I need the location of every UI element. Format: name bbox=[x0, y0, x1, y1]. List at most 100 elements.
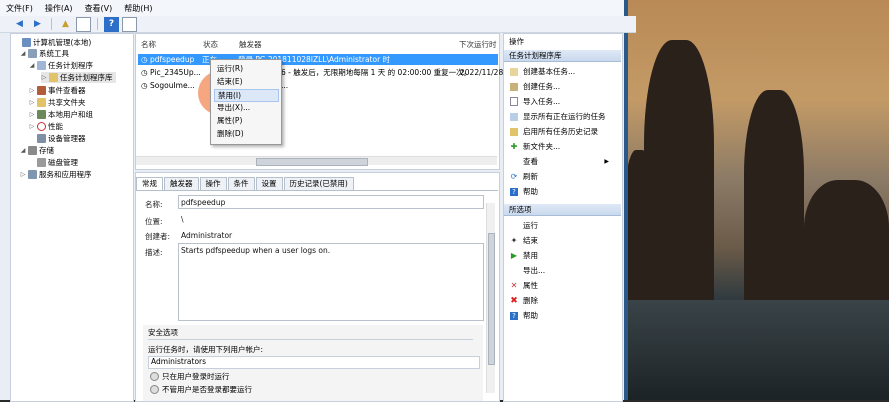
services-icon bbox=[28, 170, 37, 179]
help-icon[interactable]: ? bbox=[104, 16, 119, 32]
action-disable[interactable]: ▶ 禁用 bbox=[510, 250, 538, 261]
disable-icon: ▶ bbox=[510, 250, 518, 260]
tab-settings[interactable]: 设置 bbox=[255, 177, 283, 190]
action-refresh[interactable]: ⟳ 刷新 bbox=[510, 171, 538, 182]
action-properties[interactable]: ✕ 属性 bbox=[510, 280, 538, 291]
create-basic-task-icon bbox=[510, 67, 518, 76]
toolbar-separator bbox=[51, 18, 52, 30]
context-menu-export[interactable]: 导出(X)... bbox=[217, 102, 277, 113]
action-export[interactable]: 导出... bbox=[510, 265, 545, 276]
storage-icon bbox=[28, 146, 37, 155]
task-scheduler-icon bbox=[37, 61, 46, 70]
horizontal-scrollbar[interactable] bbox=[136, 156, 497, 166]
location-value: \ bbox=[181, 215, 184, 224]
computer-management-window: 文件(F) 操作(A) 查看(V) 帮助(H) ◀ ▶ ▲ ? 计算机管理(本地… bbox=[0, 0, 636, 402]
location-label: 位置: bbox=[145, 217, 163, 226]
end-icon: ✦ bbox=[510, 235, 518, 245]
table-row[interactable]: ◷ Pic_2345Up... 6 - 触发后，无限期地每隔 1 天 的 02:… bbox=[138, 67, 503, 78]
action-delete[interactable]: ✖ 删除 bbox=[510, 295, 538, 306]
tab-actions[interactable]: 操作 bbox=[199, 177, 227, 190]
actions-section-library[interactable]: 任务计划程序库 bbox=[504, 50, 621, 62]
context-menu-end[interactable]: 结束(E) bbox=[217, 76, 277, 87]
properties-icon: ✕ bbox=[510, 280, 518, 290]
action-end[interactable]: ✦ 结束 bbox=[510, 235, 538, 246]
tree-item-local-users-groups[interactable]: ▷ 本地用户和组 bbox=[29, 109, 93, 120]
column-header-name[interactable]: 名称 bbox=[141, 39, 156, 50]
column-header-status[interactable]: 状态 bbox=[203, 39, 218, 50]
scrollbar-thumb[interactable] bbox=[488, 233, 495, 365]
action-pane-toggle-icon[interactable] bbox=[122, 16, 137, 32]
tree-item-performance[interactable]: ▷ 性能 bbox=[29, 121, 63, 132]
task-next-run: 2022/11/28 bbox=[460, 68, 504, 77]
task-name: Pic_2345Up... bbox=[150, 68, 201, 77]
tree-item-task-scheduler-library[interactable]: ▷ 任务计划程序库 bbox=[41, 72, 116, 83]
running-tasks-icon bbox=[510, 112, 518, 121]
scrollbar-thumb[interactable] bbox=[256, 158, 368, 166]
tab-general[interactable]: 常规 bbox=[136, 177, 163, 190]
tab-history[interactable]: 历史记录(已禁用) bbox=[283, 177, 354, 190]
context-menu-run[interactable]: 运行(R) bbox=[217, 63, 277, 74]
action-display-running-tasks[interactable]: 显示所有正在运行的任务 bbox=[510, 111, 606, 122]
mountain-shape bbox=[744, 90, 804, 300]
export-icon bbox=[510, 267, 518, 275]
tree-item-computer-management[interactable]: 计算机管理(本地) bbox=[14, 37, 91, 48]
refresh-icon: ⟳ bbox=[510, 171, 518, 181]
column-header-trigger[interactable]: 触发器 bbox=[239, 39, 262, 50]
tree-item-device-manager[interactable]: 设备管理器 bbox=[29, 133, 86, 144]
tree-item-task-scheduler[interactable]: ◢ 任务计划程序 bbox=[29, 60, 93, 71]
import-icon bbox=[510, 97, 518, 106]
tree-item-event-viewer[interactable]: ▷ 事件查看器 bbox=[29, 85, 86, 96]
forward-arrow-icon[interactable]: ▶ bbox=[30, 17, 45, 32]
context-menu-properties[interactable]: 属性(P) bbox=[217, 115, 277, 126]
tree-item-services-applications[interactable]: ▷ 服务和应用程序 bbox=[20, 169, 92, 180]
action-enable-all-history[interactable]: 启用所有任务历史记录 bbox=[510, 126, 598, 137]
event-viewer-icon bbox=[37, 86, 46, 95]
radio-run-whether-logged-on[interactable] bbox=[150, 385, 159, 394]
task-name: SogouIme... bbox=[150, 81, 195, 90]
radio-run-when-logged-on[interactable] bbox=[150, 372, 159, 381]
action-import-task[interactable]: 导入任务... bbox=[510, 96, 560, 107]
action-help[interactable]: ? 帮助 bbox=[510, 186, 538, 197]
action-create-basic-task[interactable]: 创建基本任务... bbox=[510, 66, 575, 77]
table-row[interactable]: ◷ pdfspeedup 正在... 登录 PC-201811028IZLL\A… bbox=[138, 54, 498, 65]
new-folder-icon: ✚ bbox=[510, 141, 518, 151]
show-hide-tree-icon[interactable] bbox=[76, 16, 91, 32]
tree-item-shared-folders[interactable]: ▷ 共享文件夹 bbox=[29, 97, 86, 108]
tree-item-system-tools[interactable]: ◢ 系统工具 bbox=[20, 48, 69, 59]
task-trigger: ... bbox=[281, 81, 289, 90]
tree-item-storage[interactable]: ◢ 存储 bbox=[20, 145, 54, 156]
menu-file[interactable]: 文件(F) bbox=[0, 3, 39, 14]
performance-icon bbox=[37, 122, 46, 131]
up-folder-icon[interactable]: ▲ bbox=[58, 17, 73, 32]
task-icon: ◷ bbox=[141, 81, 148, 90]
action-create-task[interactable]: 创建任务... bbox=[510, 81, 560, 92]
menu-view[interactable]: 查看(V) bbox=[79, 3, 119, 14]
toolbar-separator bbox=[97, 18, 98, 30]
radio-run-whether-logged-on-label: 不管用户是否登录都要运行 bbox=[162, 385, 252, 394]
action-new-folder[interactable]: ✚ 新文件夹... bbox=[510, 141, 561, 152]
action-run[interactable]: 运行 bbox=[510, 220, 538, 231]
tree-item-disk-management[interactable]: 磁盘管理 bbox=[29, 157, 78, 168]
table-row[interactable]: ◷ SogouIme... ... bbox=[138, 80, 498, 91]
action-view[interactable]: 查看 ▶ bbox=[510, 156, 614, 167]
delete-icon: ✖ bbox=[510, 295, 518, 306]
menu-bar: 文件(F) 操作(A) 查看(V) 帮助(H) bbox=[0, 0, 624, 17]
menu-help[interactable]: 帮助(H) bbox=[118, 3, 158, 14]
tab-triggers[interactable]: 触发器 bbox=[164, 177, 199, 190]
task-icon: ◷ bbox=[141, 55, 148, 64]
column-header-next-run[interactable]: 下次运行时 bbox=[459, 39, 497, 50]
mountain-shape bbox=[644, 40, 714, 300]
task-name: pdfspeedup bbox=[150, 55, 195, 64]
back-arrow-icon[interactable]: ◀ bbox=[12, 17, 27, 32]
shared-folder-icon bbox=[37, 98, 46, 107]
tab-conditions[interactable]: 条件 bbox=[227, 177, 255, 190]
vertical-scrollbar[interactable] bbox=[486, 203, 495, 393]
context-menu-delete[interactable]: 删除(D) bbox=[217, 128, 277, 139]
action-help-selected[interactable]: ? 帮助 bbox=[510, 310, 538, 321]
context-menu-disable[interactable]: 禁用(I) bbox=[214, 89, 279, 102]
actions-section-selected[interactable]: 所选项 bbox=[504, 204, 621, 216]
device-manager-icon bbox=[37, 134, 46, 143]
menu-action[interactable]: 操作(A) bbox=[39, 3, 79, 14]
toolbar: ◀ ▶ ▲ ? bbox=[0, 16, 636, 33]
actions-header: 操作 bbox=[509, 37, 524, 46]
